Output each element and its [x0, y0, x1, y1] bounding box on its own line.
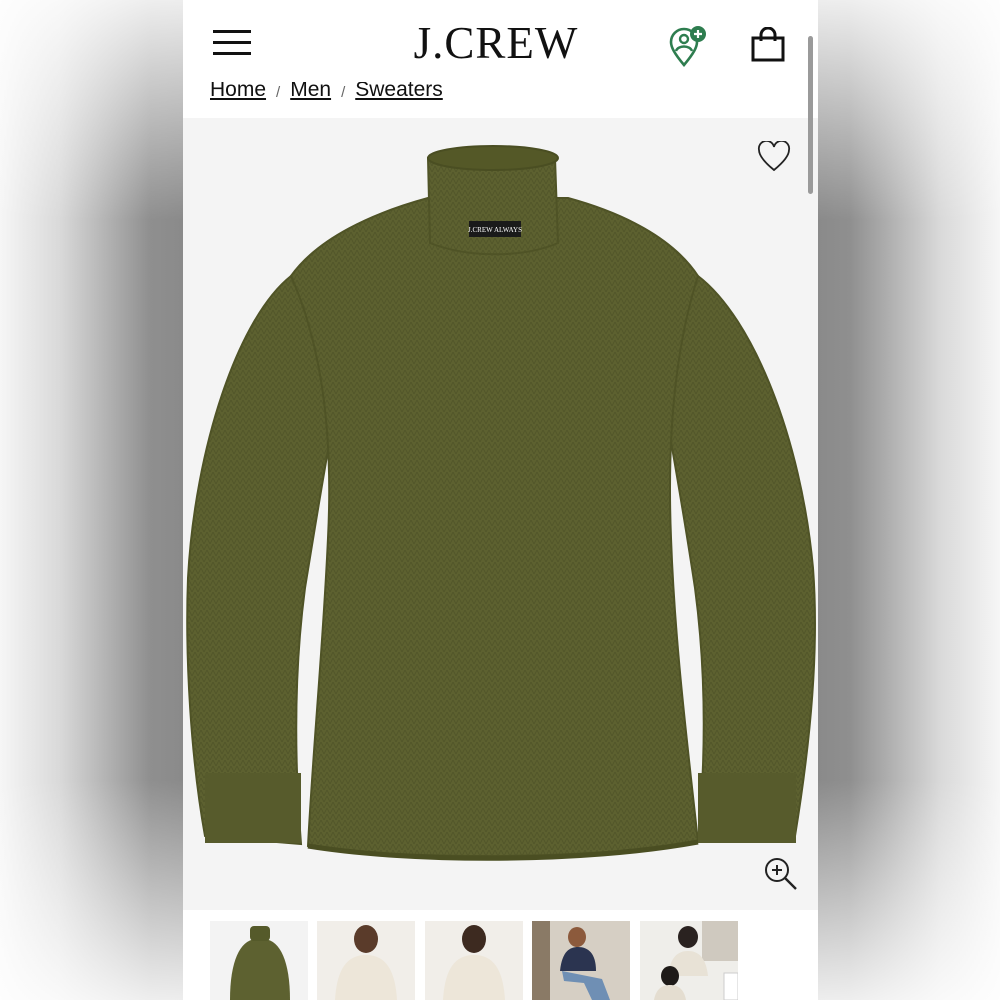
scrollbar[interactable] — [808, 36, 813, 194]
sweater-flat-thumbnail[interactable] — [210, 921, 308, 1000]
breadcrumb-men[interactable]: Men — [290, 82, 331, 102]
product-image-sweater: J.CREW ALWAYS — [186, 145, 816, 861]
models-lifestyle-thumbnail[interactable] — [640, 921, 738, 1000]
model-back-thumbnail[interactable] — [425, 921, 523, 1000]
site-header: J.CREW — [183, 0, 818, 84]
thumbnail-strip — [183, 910, 818, 1000]
product-image-area[interactable]: J.CREW ALWAYS — [183, 118, 818, 910]
breadcrumb: Home / Men / Sweaters — [210, 82, 443, 112]
brand-logo[interactable]: J.CREW — [405, 18, 587, 68]
hamburger-menu-icon[interactable] — [213, 30, 251, 56]
heart-icon[interactable] — [757, 141, 791, 173]
model-seated-thumbnail[interactable] — [532, 921, 630, 1000]
breadcrumb-sweaters[interactable]: Sweaters — [355, 82, 443, 102]
account-add-icon[interactable] — [666, 25, 710, 69]
breadcrumb-home[interactable]: Home — [210, 82, 266, 102]
shopping-bag-icon[interactable] — [750, 27, 786, 63]
zoom-in-icon[interactable] — [763, 856, 799, 892]
brand-label: J.CREW ALWAYS — [468, 226, 522, 234]
breadcrumb-separator: / — [276, 84, 281, 101]
mobile-viewport: J.CREW Home / Men / Sweaters J.CREW ALWA… — [183, 0, 818, 1000]
breadcrumb-separator: / — [341, 84, 346, 101]
model-front-thumbnail[interactable] — [317, 921, 415, 1000]
